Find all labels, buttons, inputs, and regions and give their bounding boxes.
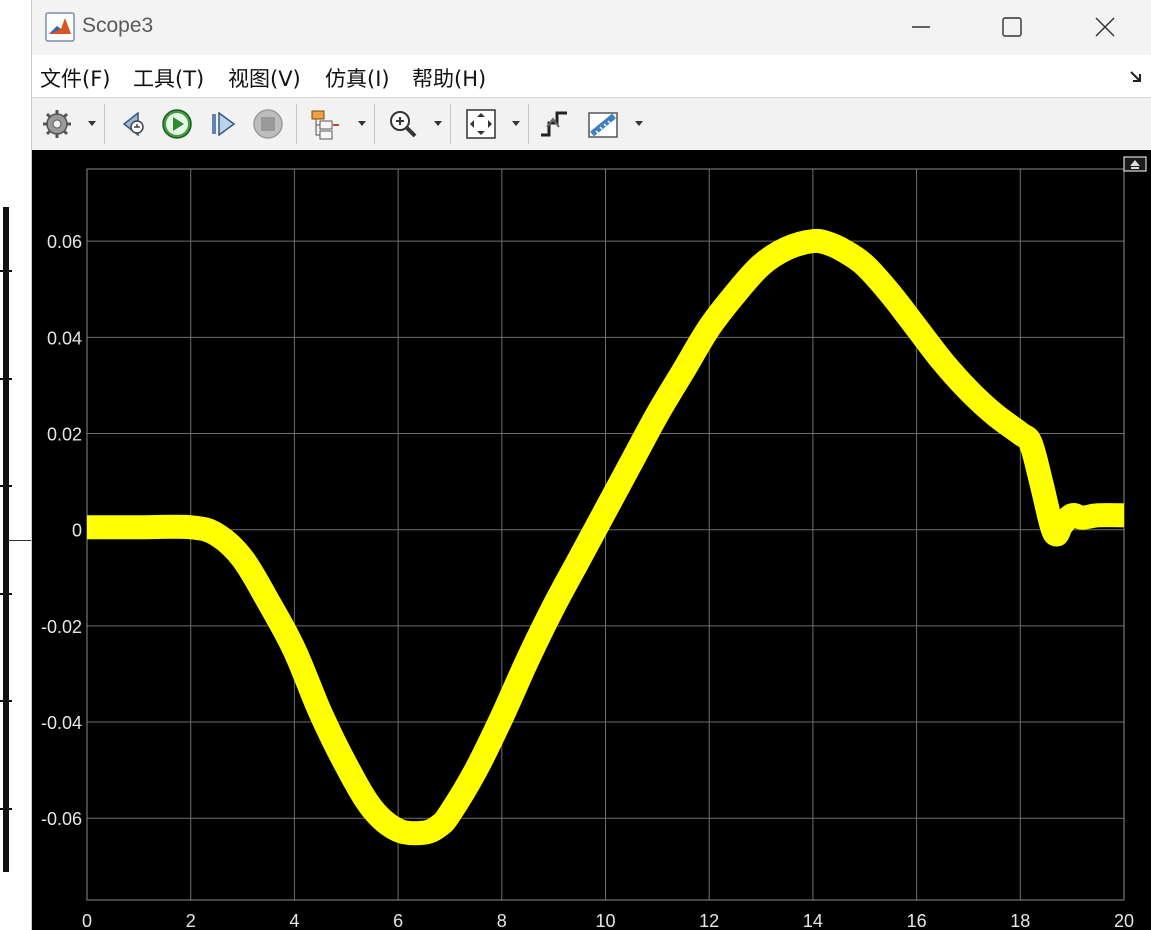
background-tick	[0, 808, 12, 810]
close-button[interactable]	[1082, 8, 1128, 46]
chevron-down-icon[interactable]	[512, 121, 520, 126]
menu-bar: 文件(F) 工具(T) 视图(V) 仿真(I) 帮助(H)	[32, 55, 1151, 97]
chevron-down-icon[interactable]	[88, 121, 96, 126]
y-tick-label: -0.02	[41, 617, 82, 637]
background-tick	[0, 270, 12, 272]
toolbar-separator	[296, 104, 297, 144]
scope-plot[interactable]: 0 2 4 6 8 10 12 14 16 18 20 -0.06 -0.04 -0.02 0 0.02 0.0…	[32, 150, 1151, 930]
tick-labels: 0 2 4 6 8 10 12 14 16 18 20 -0.06 -0.04 -0.02 0 0.02 0.0…	[41, 232, 1134, 930]
zoom-in-icon[interactable]	[386, 107, 420, 141]
toolbar-separator	[374, 104, 375, 144]
x-tick-label: 8	[497, 911, 507, 930]
window-title: Scope3	[82, 14, 154, 37]
menu-view[interactable]: 视图(V)	[228, 63, 301, 93]
toolbar-separator	[450, 104, 451, 144]
run-icon[interactable]	[160, 107, 194, 141]
x-tick-label: 4	[289, 911, 299, 930]
y-tick-label: -0.06	[41, 809, 82, 829]
signal-hierarchy-icon[interactable]	[308, 107, 342, 141]
step-forward-icon[interactable]	[206, 107, 240, 141]
autoscale-icon[interactable]	[464, 107, 498, 141]
x-tick-label: 0	[82, 911, 92, 930]
triggers-icon[interactable]	[537, 107, 571, 141]
x-tick-label: 16	[907, 911, 927, 930]
gear-icon[interactable]	[40, 107, 74, 141]
toolbar-separator	[104, 104, 105, 144]
title-bar[interactable]: Scope3	[32, 0, 1151, 55]
toolbar	[32, 97, 1151, 151]
chevron-down-icon[interactable]	[635, 121, 643, 126]
menu-tools[interactable]: 工具(T)	[133, 63, 204, 93]
y-tick-label: -0.04	[41, 713, 82, 733]
x-tick-label: 10	[595, 911, 615, 930]
maximize-button[interactable]	[989, 8, 1035, 46]
step-back-icon[interactable]	[116, 107, 150, 141]
chevron-down-icon[interactable]	[358, 121, 366, 126]
background-tick	[0, 593, 12, 595]
x-tick-label: 12	[699, 911, 719, 930]
x-tick-label: 6	[393, 911, 403, 930]
measurements-icon[interactable]	[586, 107, 620, 141]
stop-icon[interactable]	[251, 107, 285, 141]
background-zero-line	[8, 540, 31, 541]
background-tick	[0, 700, 12, 702]
scope-display[interactable]: 0 2 4 6 8 10 12 14 16 18 20 -0.06 -0.04 -0.02 0 0.02 0.0…	[32, 150, 1151, 930]
y-tick-label: 0	[72, 521, 82, 541]
menu-help[interactable]: 帮助(H)	[412, 63, 486, 93]
menu-file[interactable]: 文件(F)	[40, 63, 110, 93]
background-tick	[0, 485, 12, 487]
x-tick-label: 14	[803, 911, 823, 930]
chevron-down-icon[interactable]	[434, 121, 442, 126]
x-tick-label: 20	[1114, 911, 1134, 930]
toolbar-separator	[528, 104, 529, 144]
y-tick-label: 0.02	[47, 425, 82, 445]
menu-simulation[interactable]: 仿真(I)	[325, 63, 390, 93]
matlab-icon	[45, 12, 75, 42]
y-tick-label: 0.06	[47, 232, 82, 252]
undock-icon[interactable]	[1123, 156, 1147, 172]
background-tick	[0, 378, 12, 380]
dock-arrow-icon[interactable]	[1128, 69, 1144, 85]
minimize-button[interactable]	[898, 8, 944, 46]
x-tick-label: 2	[186, 911, 196, 930]
scope-window: Scope3 文件(F) 工具(T) 视图(V) 仿真(I) 帮助(H) 0 2…	[31, 0, 1151, 930]
y-tick-label: 0.04	[47, 328, 82, 348]
background-app-strip	[0, 0, 31, 930]
x-tick-label: 18	[1010, 911, 1030, 930]
